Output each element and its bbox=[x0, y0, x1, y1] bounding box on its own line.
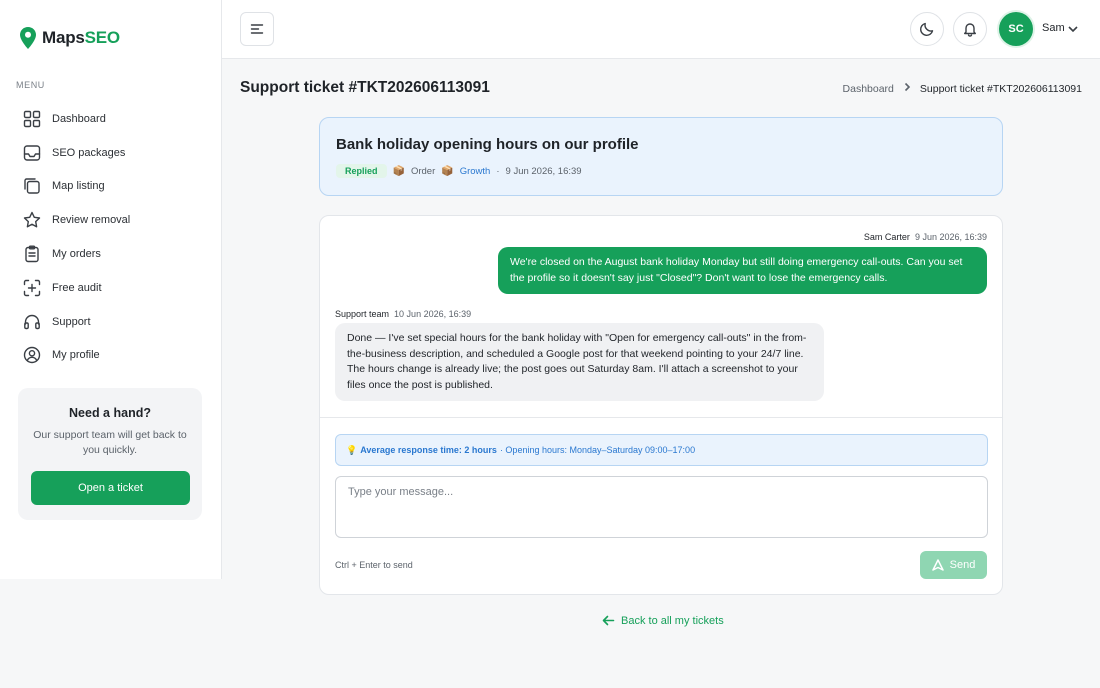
send-label: Send bbox=[949, 559, 976, 571]
menu-label: MENU bbox=[16, 80, 45, 90]
moon-icon bbox=[919, 22, 934, 37]
breadcrumb-current: Support ticket #TKT202606113091 bbox=[919, 82, 1082, 95]
message-time: 10 Jun 2026, 16:39 bbox=[394, 309, 472, 319]
message-header: Sam Carter 9 Jun 2026, 16:39 bbox=[864, 232, 987, 242]
hamburger-icon bbox=[250, 24, 264, 34]
sidebar-item-free-audit[interactable]: Free audit bbox=[22, 271, 202, 305]
sidebar-item-label: SEO packages bbox=[52, 146, 126, 159]
sidebar-item-support[interactable]: Support bbox=[22, 305, 202, 339]
user-name[interactable]: Sam bbox=[1042, 22, 1065, 34]
ticket-subject: Bank holiday opening hours on our profil… bbox=[336, 136, 639, 153]
sidebar-item-label: Map listing bbox=[52, 180, 105, 193]
dark-mode-button[interactable] bbox=[910, 12, 944, 46]
send-icon bbox=[931, 559, 944, 571]
page-title: Support ticket #TKT202606113091 bbox=[240, 79, 490, 96]
help-card: Need a hand? Our support team will get b… bbox=[18, 388, 202, 520]
package-icon: 📦 bbox=[441, 165, 454, 177]
response-time-text: Average response time: 2 hours bbox=[360, 445, 497, 455]
sidebar-item-label: Review removal bbox=[52, 214, 131, 227]
sidebar-item-review-removal[interactable]: Review removal bbox=[22, 203, 202, 237]
help-title: Need a hand? bbox=[69, 406, 151, 420]
divider bbox=[320, 417, 1002, 418]
sidebar-item-label: Dashboard bbox=[52, 112, 106, 125]
bell-icon bbox=[964, 23, 976, 37]
response-time-info: 💡 Average response time: 2 hours · Openi… bbox=[335, 434, 988, 466]
sidebar-nav: Dashboard SEO packages Map listing Revie… bbox=[22, 102, 202, 372]
sidebar-item-label: Support bbox=[52, 315, 91, 328]
sidebar: MapsSEO MENU Dashboard SEO packages Map … bbox=[0, 0, 222, 579]
copy-icon bbox=[22, 177, 41, 196]
map-pin-icon bbox=[20, 27, 36, 49]
inbox-icon bbox=[22, 143, 41, 162]
send-hint: Ctrl + Enter to send bbox=[335, 560, 413, 570]
breadcrumb-dashboard-link[interactable]: Dashboard bbox=[843, 83, 894, 95]
support-message-bubble: Done — I've set special hours for the ba… bbox=[335, 323, 824, 401]
user-circle-icon bbox=[22, 346, 41, 365]
opening-hours-text: · Opening hours: Monday–Saturday 09:00–1… bbox=[499, 445, 696, 455]
scan-plus-icon bbox=[22, 278, 41, 297]
ticket-meta: Replied 📦 Order 📦 Growth · 9 Jun 2026, 1… bbox=[336, 164, 582, 178]
clipboard-icon bbox=[22, 245, 41, 264]
chevron-right-icon bbox=[902, 82, 912, 95]
message-header: Support team 10 Jun 2026, 16:39 bbox=[335, 309, 471, 319]
sidebar-item-my-profile[interactable]: My profile bbox=[22, 339, 202, 373]
sidebar-item-my-orders[interactable]: My orders bbox=[22, 237, 202, 271]
sidebar-item-dashboard[interactable]: Dashboard bbox=[22, 102, 202, 136]
sidebar-item-label: Free audit bbox=[52, 281, 102, 294]
message-input[interactable] bbox=[335, 476, 988, 538]
open-ticket-button[interactable]: Open a ticket bbox=[31, 471, 190, 505]
message-time: 9 Jun 2026, 16:39 bbox=[914, 232, 987, 242]
sidebar-item-label: My profile bbox=[52, 349, 100, 362]
conversation-card: Sam Carter 9 Jun 2026, 16:39 We're close… bbox=[319, 215, 1003, 595]
package-icon: 📦 bbox=[392, 165, 405, 177]
chevron-down-icon[interactable] bbox=[1067, 22, 1079, 34]
grid-icon bbox=[22, 109, 41, 128]
breadcrumb: Dashboard Support ticket #TKT20260611309… bbox=[843, 82, 1082, 95]
brand-name: MapsSEO bbox=[42, 28, 120, 47]
message-author: Sam Carter bbox=[863, 232, 910, 242]
brand-logo[interactable]: MapsSEO bbox=[20, 27, 120, 49]
ticket-created-date: 9 Jun 2026, 16:39 bbox=[505, 165, 582, 177]
top-header: SC Sam bbox=[222, 0, 1100, 59]
headset-icon bbox=[22, 312, 41, 331]
notifications-button[interactable] bbox=[953, 12, 987, 46]
help-text: Our support team will get back to you qu… bbox=[33, 429, 187, 456]
avatar[interactable]: SC bbox=[999, 12, 1033, 46]
star-icon bbox=[22, 211, 41, 230]
status-badge: Replied bbox=[336, 164, 387, 178]
meta-separator: · bbox=[496, 165, 500, 177]
user-message-bubble: We're closed on the August bank holiday … bbox=[498, 247, 987, 294]
sidebar-item-label: My orders bbox=[52, 248, 101, 261]
ticket-header: Bank holiday opening hours on our profil… bbox=[319, 117, 1003, 196]
send-button[interactable]: Send bbox=[920, 551, 987, 579]
package-link[interactable]: Growth bbox=[460, 166, 491, 177]
order-label: Order bbox=[410, 165, 436, 177]
sidebar-item-seo-packages[interactable]: SEO packages bbox=[22, 136, 202, 170]
lightbulb-icon: 💡 bbox=[346, 444, 358, 455]
back-link-label: Back to all my tickets bbox=[621, 614, 724, 627]
arrow-left-icon bbox=[602, 615, 615, 626]
sidebar-item-map-listing[interactable]: Map listing bbox=[22, 170, 202, 204]
menu-toggle-button[interactable] bbox=[240, 12, 274, 46]
back-to-tickets-link[interactable]: Back to all my tickets bbox=[602, 614, 724, 627]
message-author: Support team bbox=[335, 309, 390, 319]
